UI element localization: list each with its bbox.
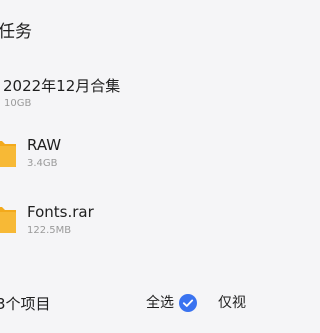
item-name: 2022年12月合集 [3, 77, 121, 95]
list-item[interactable]: RAW 3.4GB [0, 132, 248, 176]
only-view-button[interactable]: 仅视 [218, 295, 246, 312]
folder-icon [0, 141, 16, 167]
select-all-button[interactable]: 全选 [146, 295, 174, 312]
item-name: RAW [27, 136, 62, 154]
item-size: 10GB [4, 98, 32, 109]
item-size: 3.4GB [27, 158, 58, 169]
item-count: 3个项目 [0, 295, 51, 313]
list-item[interactable]: 2022年12月合集 10GB [0, 72, 248, 112]
check-circle-icon[interactable] [179, 294, 197, 312]
page-title: 任务 [0, 22, 32, 42]
bottom-bar: 3个项目 全选 仅视 [0, 284, 248, 324]
list-item[interactable]: Fonts.rar 122.5MB [0, 198, 248, 242]
app-screen: 任务 2022年12月合集 10GB RAW 3.4GB Fonts.rar 1… [0, 0, 248, 333]
archive-icon [0, 207, 16, 233]
item-name: Fonts.rar [27, 203, 94, 221]
item-size: 122.5MB [27, 225, 72, 236]
